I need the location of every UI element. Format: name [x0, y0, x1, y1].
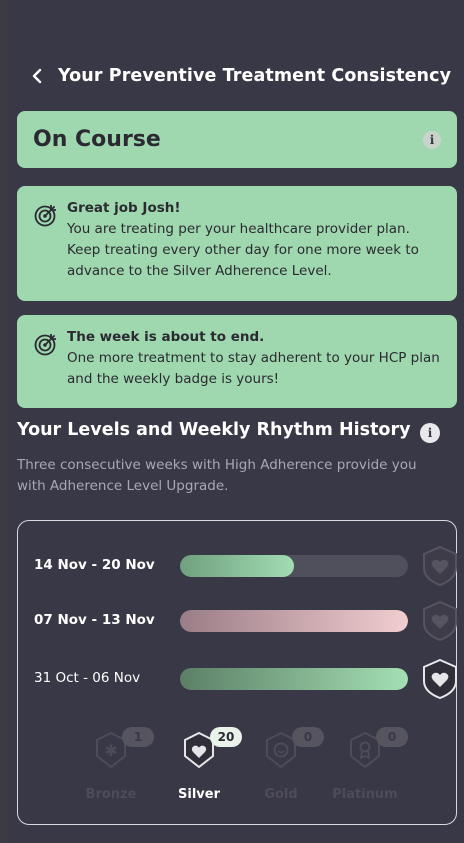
badge-count: 0: [376, 727, 408, 747]
week-row[interactable]: 14 Nov - 20 Nov: [34, 545, 457, 587]
badge-silver[interactable]: 20 Silver: [164, 727, 242, 811]
week-progress-fill: [180, 668, 408, 690]
history-description: Three consecutive weeks with High Adhere…: [17, 457, 417, 494]
week-row[interactable]: 31 Oct - 06 Nov: [34, 658, 457, 700]
shield-heart-icon: [423, 600, 457, 642]
week-progress-bar: [180, 610, 408, 632]
badge-count: 0: [292, 727, 324, 747]
message-card: Great job Josh! You are treating per you…: [17, 186, 457, 301]
badge-name: Gold: [264, 787, 298, 802]
week-label: 14 Nov - 20 Nov: [34, 557, 155, 573]
badge-name: Silver: [178, 787, 220, 802]
message-title: Great job Josh!: [67, 200, 181, 216]
week-row[interactable]: 07 Nov - 13 Nov: [34, 600, 457, 642]
target-icon: [34, 205, 56, 227]
badge-gold[interactable]: 0 Gold: [246, 727, 324, 811]
svg-text:✱: ✱: [104, 741, 117, 760]
shield-heart-earned-icon: [423, 658, 457, 700]
week-progress-bar: [180, 555, 408, 577]
info-icon[interactable]: i: [423, 131, 441, 149]
week-progress-fill: [180, 610, 408, 632]
status-label: On Course: [33, 127, 161, 152]
message-card: The week is about to end. One more treat…: [17, 315, 457, 408]
back-button[interactable]: [24, 63, 50, 89]
target-icon: [34, 334, 56, 356]
badge-name: Platinum: [332, 787, 398, 802]
weekly-history-panel: 14 Nov - 20 Nov 07 Nov - 13 Nov 31 Oct -…: [17, 520, 457, 825]
badge-count: 20: [210, 727, 242, 747]
week-progress-bar: [180, 668, 408, 690]
badge-count: 1: [122, 727, 154, 747]
badge-platinum[interactable]: 0 Platinum: [330, 727, 408, 811]
week-label: 31 Oct - 06 Nov: [34, 670, 141, 686]
page-title: Your Preventive Treatment Consistency: [58, 66, 452, 86]
header: Your Preventive Treatment Consistency: [24, 62, 451, 90]
history-title: Your Levels and Weekly Rhythm History: [17, 420, 411, 440]
week-progress-fill: [180, 555, 294, 577]
shield-heart-icon: [423, 545, 457, 587]
level-badges: ✱ 1 Bronze 20 Silver 0 Gold 0 Platinum: [76, 727, 408, 811]
message-body: One more treatment to stay adherent to y…: [67, 350, 440, 387]
chevron-left-icon: [32, 68, 42, 84]
week-label: 07 Nov - 13 Nov: [34, 612, 155, 628]
badge-bronze[interactable]: ✱ 1 Bronze: [76, 727, 154, 811]
status-card: On Course i: [17, 111, 457, 168]
history-info-icon[interactable]: i: [420, 423, 440, 443]
message-title: The week is about to end.: [67, 329, 265, 345]
badge-name: Bronze: [85, 787, 137, 802]
message-body: You are treating per your healthcare pro…: [67, 221, 419, 279]
